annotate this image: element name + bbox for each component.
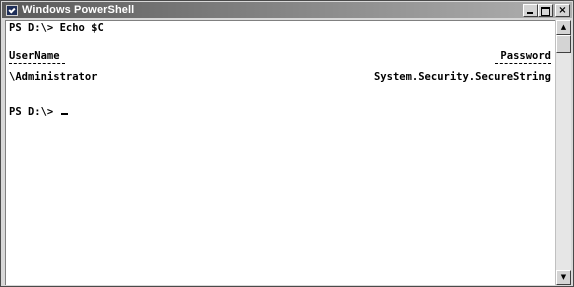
- scroll-thumb[interactable]: [556, 35, 571, 53]
- window-title: Windows PowerShell: [22, 4, 135, 16]
- console-output[interactable]: PS D:\> Echo $C UserName Password \Admin…: [5, 20, 555, 285]
- scroll-up-button[interactable]: ▲: [556, 20, 571, 35]
- maximize-button[interactable]: [538, 4, 553, 17]
- column-header-password: Password: [500, 50, 551, 62]
- close-button[interactable]: ×: [555, 4, 570, 17]
- scroll-down-button[interactable]: ▼: [556, 270, 571, 285]
- caption-buttons: ×: [523, 4, 570, 17]
- powershell-icon[interactable]: [6, 4, 18, 16]
- prompt-text: PS D:\>: [9, 106, 60, 118]
- table-cell-username: \Administrator: [9, 71, 98, 83]
- title-bar[interactable]: Windows PowerShell ×: [2, 2, 572, 18]
- header-underline-username: [9, 63, 65, 64]
- command-line: PS D:\> Echo $C: [9, 22, 104, 34]
- minimize-button[interactable]: [523, 4, 538, 17]
- vertical-scrollbar[interactable]: ▲ ▼: [555, 20, 571, 285]
- table-cell-password: System.Security.SecureString: [373, 71, 551, 83]
- column-header-username: UserName: [9, 50, 60, 62]
- text-cursor: [60, 113, 68, 115]
- powershell-window: Windows PowerShell × PS D:\> Echo $C Use…: [0, 0, 574, 287]
- header-underline-password: [495, 63, 551, 64]
- prompt-line: PS D:\>: [9, 106, 68, 118]
